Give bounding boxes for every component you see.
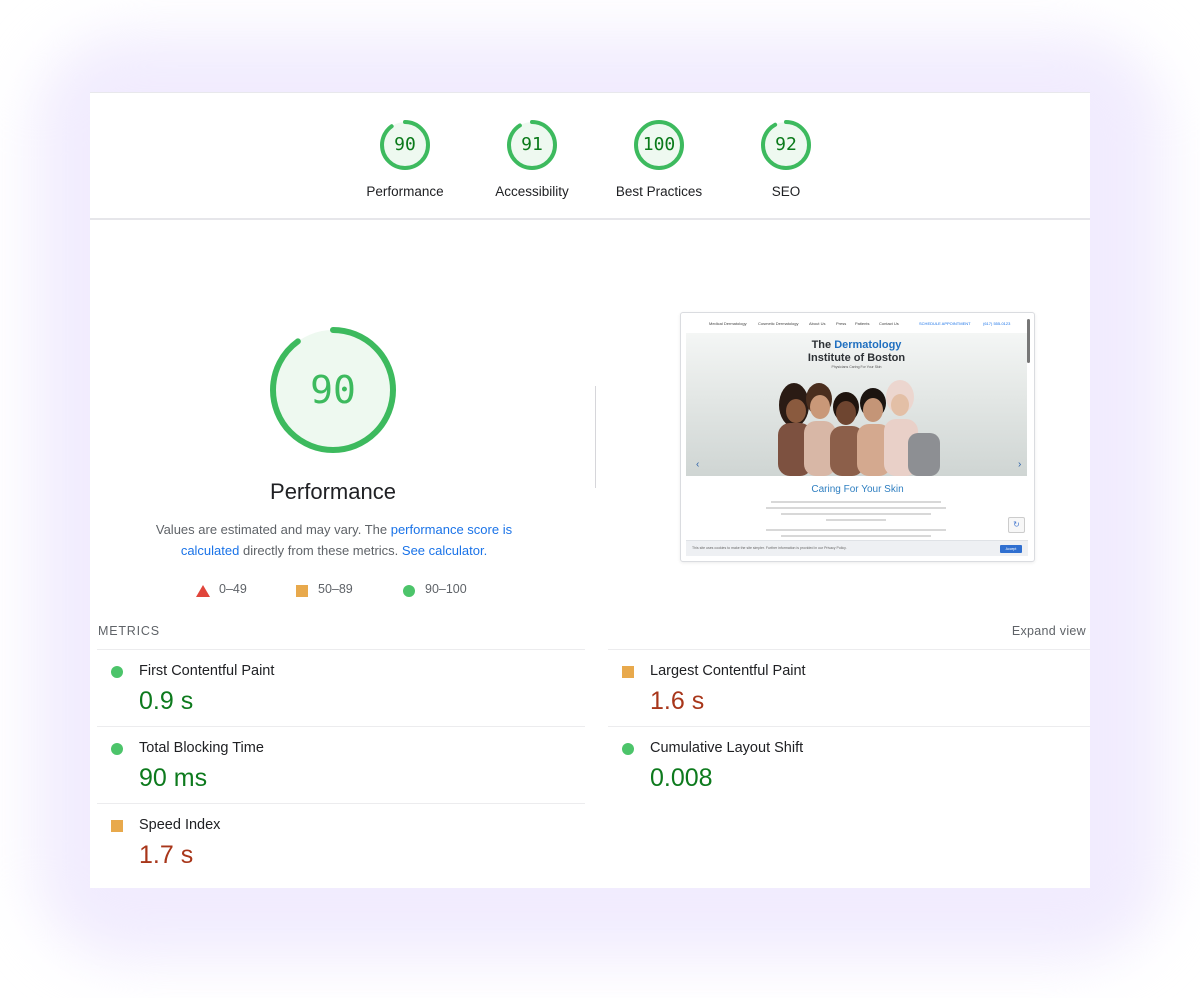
category-gauges-row: 90 Performance 91 Accessibility 100 Best… bbox=[90, 93, 1090, 220]
thumbnail-nav-item: Patients bbox=[855, 321, 870, 326]
thumbnail-nav-item: Medical Dermatology bbox=[709, 321, 747, 326]
see-calculator-link[interactable]: See calculator. bbox=[402, 543, 487, 558]
cookie-banner-text: This site uses cookies to make the site … bbox=[692, 546, 847, 550]
performance-title: Performance bbox=[270, 479, 396, 504]
metric-label: Total Blocking Time bbox=[139, 740, 264, 756]
carousel-next-icon: › bbox=[1018, 459, 1022, 470]
thumbnail-nav-item: About Us bbox=[809, 321, 826, 326]
gauge-ring: 91 bbox=[506, 119, 558, 171]
gauge-seo[interactable]: 92 SEO bbox=[721, 119, 851, 199]
metric-label: First Contentful Paint bbox=[139, 663, 275, 679]
carousel-prev-icon: ‹ bbox=[696, 459, 700, 470]
square-icon bbox=[111, 820, 123, 832]
expand-view-toggle[interactable]: Expand view bbox=[1012, 624, 1086, 638]
gauge-label: SEO bbox=[771, 184, 801, 199]
gauge-score: 100 bbox=[642, 134, 676, 155]
lighthouse-report-card: 90 Performance 91 Accessibility 100 Best… bbox=[90, 92, 1090, 888]
legend-range: 50–89 bbox=[318, 582, 353, 596]
metric-label: Largest Contentful Paint bbox=[650, 663, 806, 679]
gauge-score: 90 bbox=[394, 134, 416, 155]
gauge-ring: 100 bbox=[633, 119, 685, 171]
thumbnail-scrollbar bbox=[1027, 319, 1030, 363]
square-icon bbox=[296, 585, 308, 597]
page-screenshot-thumbnail[interactable]: Medical Dermatology Cosmetic Dermatology… bbox=[680, 312, 1035, 562]
score-legend: 0–49 50–89 90–100 bbox=[196, 582, 496, 600]
gauge-label: Accessibility bbox=[495, 184, 569, 199]
metric-speed-index: Speed Index 1.7 s bbox=[97, 803, 585, 880]
metrics-header: METRICS bbox=[98, 624, 160, 638]
metric-value: 1.6 s bbox=[650, 687, 705, 715]
metric-total-blocking-time: Total Blocking Time 90 ms bbox=[97, 726, 585, 803]
gauge-score: 92 bbox=[775, 134, 797, 155]
metric-value: 90 ms bbox=[139, 764, 208, 792]
gauge-label: Performance bbox=[366, 184, 444, 199]
thumbnail-nav-item: Contact Us bbox=[879, 321, 899, 326]
performance-gauge-large: 90 bbox=[268, 325, 398, 455]
gauge-accessibility[interactable]: 91 Accessibility bbox=[467, 119, 597, 199]
gauge-label: Best Practices bbox=[615, 184, 703, 199]
metric-value: 0.008 bbox=[650, 764, 713, 792]
metric-first-contentful-paint: First Contentful Paint 0.9 s bbox=[97, 649, 585, 726]
metric-value: 0.9 s bbox=[139, 687, 194, 715]
description-text: Values are estimated and may vary. The bbox=[155, 522, 391, 537]
gauge-ring: 90 bbox=[379, 119, 431, 171]
circle-icon bbox=[403, 585, 415, 597]
hero-photo-illustration bbox=[778, 380, 940, 476]
legend-range: 0–49 bbox=[219, 582, 247, 596]
thumbnail-hero: The Dermatology Institute of Boston Phys… bbox=[686, 333, 1027, 476]
thumbnail-text-lines bbox=[761, 501, 951, 541]
gauge-performance[interactable]: 90 Performance bbox=[340, 119, 470, 199]
thumbnail-cookie-banner: This site uses cookies to make the site … bbox=[686, 540, 1028, 556]
square-icon bbox=[622, 666, 634, 678]
thumbnail-nav-cta: SCHEDULE APPOINTMENT bbox=[919, 321, 971, 326]
circle-icon bbox=[111, 666, 123, 678]
thumbnail-nav: Medical Dermatology Cosmetic Dermatology… bbox=[681, 313, 1034, 333]
recaptcha-icon: ↻ bbox=[1008, 517, 1025, 533]
thumbnail-nav-item: Cosmetic Dermatology bbox=[758, 321, 799, 326]
metric-cumulative-layout-shift: Cumulative Layout Shift 0.008 bbox=[608, 726, 1090, 803]
vertical-divider bbox=[595, 386, 596, 488]
performance-score: 90 bbox=[310, 368, 356, 412]
gauge-ring: 92 bbox=[760, 119, 812, 171]
description-text: directly from these metrics. bbox=[239, 543, 402, 558]
performance-description: Values are estimated and may vary. The p… bbox=[134, 519, 534, 561]
cookie-accept-button: Accept bbox=[1000, 545, 1022, 553]
circle-icon bbox=[111, 743, 123, 755]
thumbnail-nav-item: Press bbox=[836, 321, 847, 326]
gauge-score: 91 bbox=[521, 134, 543, 155]
metric-label: Speed Index bbox=[139, 817, 221, 833]
metric-value: 1.7 s bbox=[139, 841, 194, 869]
metric-label: Cumulative Layout Shift bbox=[650, 740, 804, 756]
triangle-icon bbox=[196, 585, 210, 597]
legend-range: 90–100 bbox=[425, 582, 467, 596]
circle-icon bbox=[622, 743, 634, 755]
gauge-best-practices[interactable]: 100 Best Practices bbox=[594, 119, 724, 199]
metric-largest-contentful-paint: Largest Contentful Paint 1.6 s bbox=[608, 649, 1090, 726]
thumbnail-section-heading: Caring For Your Skin bbox=[811, 484, 904, 495]
thumbnail-nav-cta: (617) 555-0123 bbox=[983, 321, 1011, 326]
